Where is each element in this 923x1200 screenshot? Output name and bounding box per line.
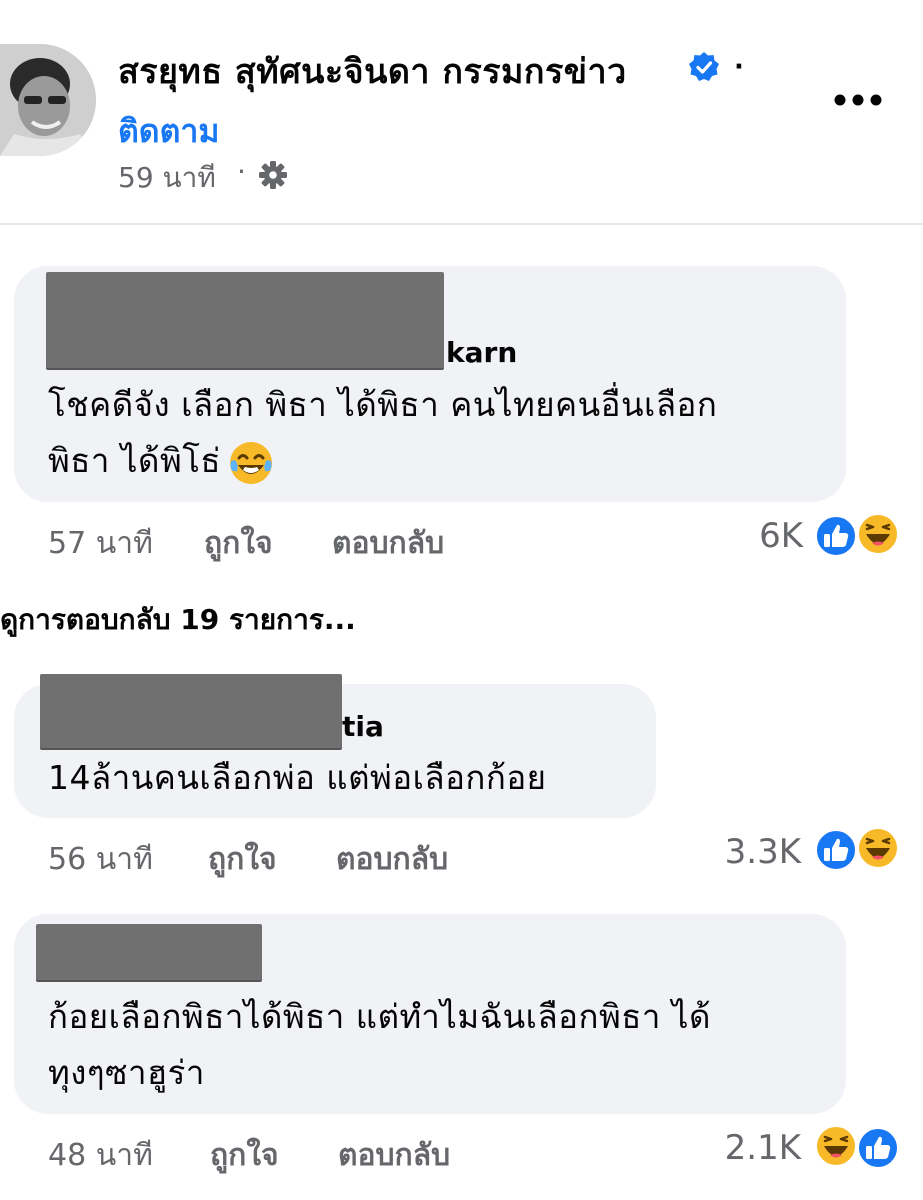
name-separator: · — [734, 52, 744, 82]
follow-button[interactable]: ติดตาม — [118, 106, 219, 157]
tears-of-joy-emoji-icon — [230, 441, 273, 484]
like-button[interactable]: ถูกใจ — [210, 1132, 279, 1179]
reaction-count[interactable]: 3.3K — [725, 832, 801, 872]
comment-timestamp[interactable]: 56 นาที — [48, 836, 153, 883]
author-name[interactable]: สรยุทธ สุทัศนะจินดา กรรมกรข่าว — [118, 44, 627, 98]
comment-timestamp[interactable]: 48 นาที — [48, 1132, 153, 1179]
comment-text-line: พิธา ได้พิโธ่ — [48, 433, 275, 489]
like-reaction-icon[interactable] — [814, 514, 858, 558]
redacted-commenter-name — [46, 272, 444, 368]
reply-button[interactable]: ตอบกลับ — [332, 520, 444, 567]
like-reaction-icon[interactable] — [814, 828, 858, 872]
redacted-commenter-name — [36, 924, 262, 980]
comment-text-line: โชคดีจัง เลือก พิธา ได้พิธา คนไทยคนอื่นเ… — [48, 385, 718, 424]
more-options-icon[interactable] — [830, 80, 886, 120]
comment-text-line: ทุงๆซาฮูร่า — [48, 1053, 205, 1092]
commenter-name[interactable]: karn — [446, 336, 517, 369]
reply-button[interactable]: ตอบกลับ — [336, 836, 448, 883]
verified-icon — [689, 52, 719, 81]
commenter-name[interactable]: tia — [342, 710, 384, 743]
author-avatar[interactable] — [0, 44, 96, 156]
comment-text: พิธา ได้พิโธ่ — [48, 441, 222, 480]
like-button[interactable]: ถูกใจ — [208, 836, 277, 883]
reaction-count[interactable]: 2.1K — [725, 1128, 801, 1168]
comment-text-line: 14ล้านคนเลือกพ่อ แต่พ่อเลือกก้อย — [48, 758, 547, 797]
haha-reaction-icon[interactable] — [856, 512, 900, 556]
like-reaction-icon[interactable] — [856, 1126, 900, 1170]
view-replies-link[interactable]: ดูการตอบกลับ 19 รายการ... — [0, 598, 356, 642]
time-separator: · — [237, 155, 246, 188]
reaction-count[interactable]: 6K — [759, 516, 803, 556]
post-header: สรยุทธ สุทัศนะจินดา กรรมกรข่าว · ติดตาม … — [0, 0, 923, 225]
haha-reaction-icon[interactable] — [814, 1124, 858, 1168]
redacted-commenter-name — [40, 674, 342, 748]
post-timestamp[interactable]: 59 นาที — [118, 156, 216, 200]
comment-timestamp[interactable]: 57 นาที — [48, 520, 153, 567]
comment-text-line: ก้อยเลือกพิธาได้พิธา แต่ทำไมฉันเลือกพิธา… — [48, 997, 711, 1036]
gear-icon[interactable] — [258, 160, 288, 190]
haha-reaction-icon[interactable] — [856, 826, 900, 870]
reply-button[interactable]: ตอบกลับ — [338, 1132, 450, 1179]
like-button[interactable]: ถูกใจ — [204, 520, 273, 567]
avatar-photo — [0, 44, 96, 156]
